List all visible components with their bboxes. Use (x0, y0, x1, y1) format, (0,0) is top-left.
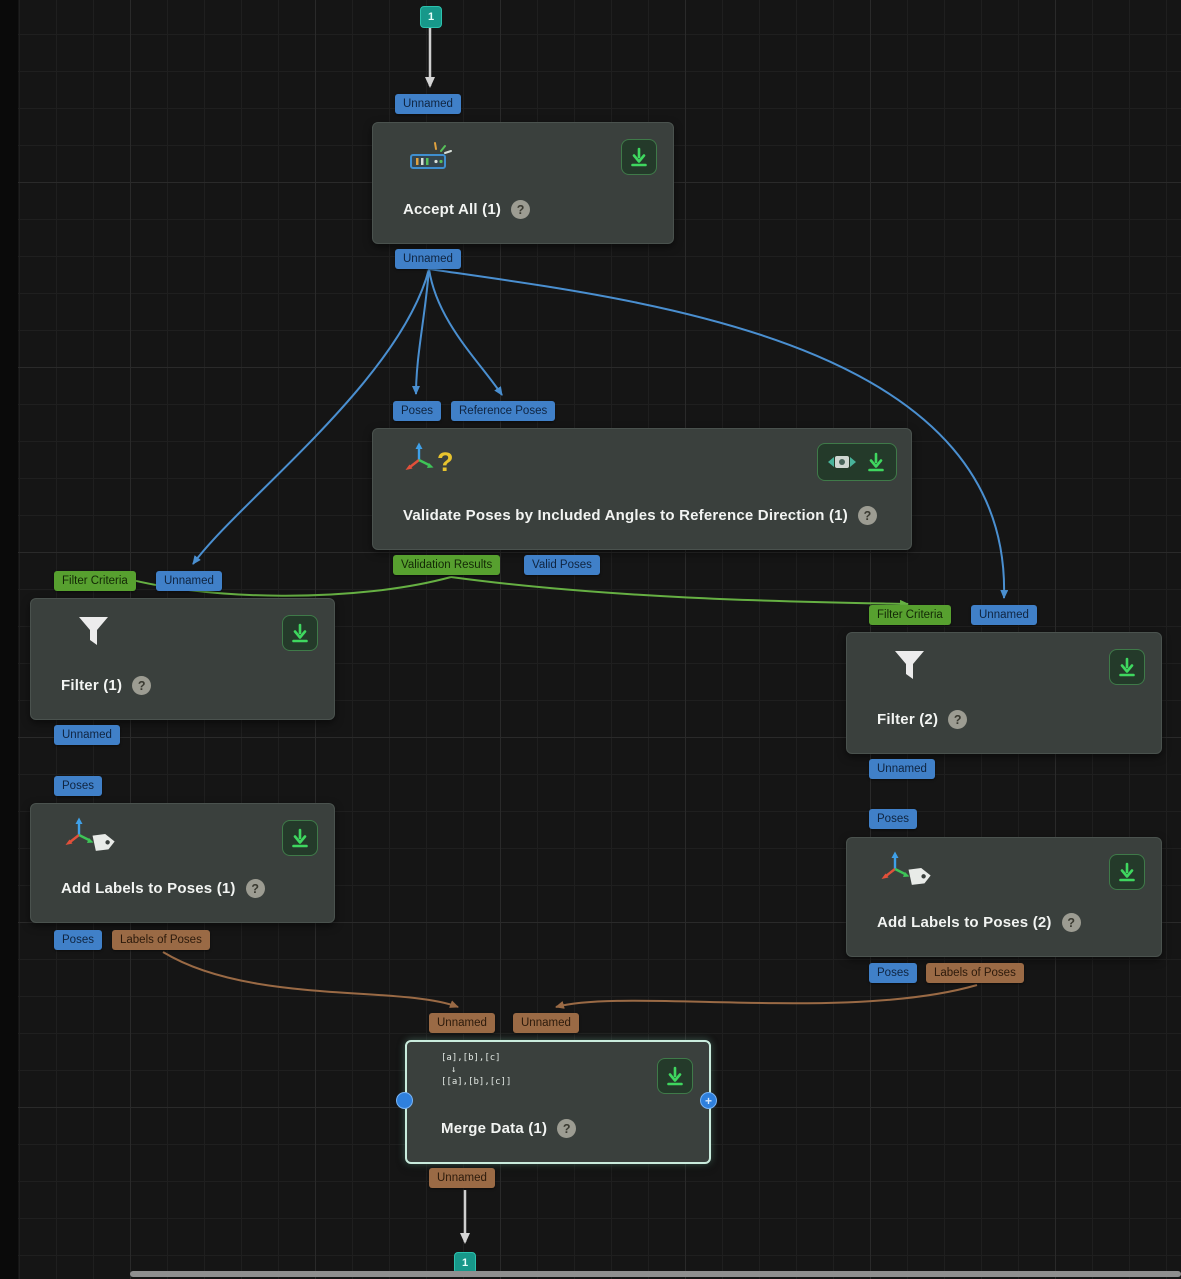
download-icon (1116, 656, 1138, 678)
port-filter-1-input-filter-criteria[interactable]: Filter Criteria (54, 571, 136, 591)
tag-icon (903, 862, 933, 892)
port-add-labels-1-input-poses[interactable]: Poses (54, 776, 102, 796)
flow-entry-marker[interactable]: 1 (420, 6, 442, 28)
download-icon (628, 146, 650, 168)
port-filter-2-output-unnamed[interactable]: Unnamed (869, 759, 935, 779)
wire-accept-all-to-validate-reference-poses[interactable] (429, 269, 502, 395)
node-validate-poses[interactable]: ? Validate Poses by Included Angles to (372, 428, 912, 550)
help-badge[interactable]: ? (948, 710, 967, 729)
node-title: Accept All (1) (403, 201, 501, 218)
node-title: Filter (1) (61, 677, 122, 694)
node-title: Add Labels to Poses (1) (61, 880, 236, 897)
download-button[interactable] (282, 820, 318, 856)
flow-entry-label: 1 (428, 11, 434, 23)
wire-labels-1-to-merge-input-1[interactable] (163, 952, 458, 1007)
download-button[interactable] (657, 1058, 693, 1094)
port-filter-1-output-unnamed[interactable]: Unnamed (54, 725, 120, 745)
canvas-left-edge (0, 0, 18, 1279)
tag-icon (87, 828, 117, 858)
node-merge-data[interactable]: [a],[b],[c] ↓ [[a],[b],[c]] Merge Data (… (405, 1040, 711, 1164)
wire-validation-results-to-filter-2-criteria[interactable] (451, 577, 908, 604)
port-add-labels-2-output-labels[interactable]: Labels of Poses (926, 963, 1024, 983)
node-filter-1[interactable]: Filter (1) ? (30, 598, 335, 720)
flow-exit-label: 1 (462, 1257, 468, 1269)
camera-icon (827, 451, 857, 473)
pose-axes-icon (403, 441, 437, 475)
download-button[interactable] (282, 615, 318, 651)
node-title: Validate Poses by Included Angles to Ref… (403, 507, 848, 524)
node-graph-canvas[interactable]: 1 1 Unnamed Accept All (1) ? (0, 0, 1181, 1279)
download-button[interactable] (621, 139, 657, 175)
port-filter-1-input-unnamed[interactable]: Unnamed (156, 571, 222, 591)
port-merge-input-1-unnamed[interactable]: Unnamed (429, 1013, 495, 1033)
validate-question-icon: ? (437, 447, 454, 478)
selected-node-left-handle[interactable] (396, 1092, 413, 1109)
download-button[interactable] (1109, 649, 1145, 685)
port-add-labels-1-output-poses[interactable]: Poses (54, 930, 102, 950)
horizontal-scrollbar[interactable] (130, 1271, 1181, 1277)
node-filter-2[interactable]: Filter (2) ? (846, 632, 1162, 754)
node-accept-all[interactable]: Accept All (1) ? (372, 122, 674, 244)
port-merge-input-2-unnamed[interactable]: Unnamed (513, 1013, 579, 1033)
help-badge[interactable]: ? (557, 1119, 576, 1138)
download-icon (289, 827, 311, 849)
port-filter-2-input-filter-criteria[interactable]: Filter Criteria (869, 605, 951, 625)
merge-icon-line-bottom: [[a],[b],[c]] (441, 1076, 511, 1088)
help-badge[interactable]: ? (132, 676, 151, 695)
download-icon (865, 451, 887, 473)
node-title: Merge Data (1) (441, 1120, 547, 1137)
help-badge[interactable]: ? (858, 506, 877, 525)
port-accept-all-output-unnamed[interactable]: Unnamed (395, 249, 461, 269)
selected-node-right-handle[interactable]: + (700, 1092, 717, 1109)
port-validate-output-validation-results[interactable]: Validation Results (393, 555, 500, 575)
port-validate-input-poses[interactable]: Poses (393, 401, 441, 421)
help-badge[interactable]: ? (246, 879, 265, 898)
port-add-labels-2-output-poses[interactable]: Poses (869, 963, 917, 983)
download-icon (664, 1065, 686, 1087)
port-add-labels-2-input-poses[interactable]: Poses (869, 809, 917, 829)
node-add-labels-1[interactable]: Add Labels to Poses (1) ? (30, 803, 335, 923)
port-add-labels-1-output-labels[interactable]: Labels of Poses (112, 930, 210, 950)
merge-icon-line-top: [a],[b],[c] (441, 1052, 511, 1064)
help-badge[interactable]: ? (1062, 913, 1081, 932)
download-icon (289, 622, 311, 644)
port-validate-output-valid-poses[interactable]: Valid Poses (524, 555, 600, 575)
node-action-buttons (817, 443, 897, 481)
merge-data-icon: [a],[b],[c] ↓ [[a],[b],[c]] (441, 1052, 511, 1088)
help-badge[interactable]: ? (511, 200, 530, 219)
camera-button[interactable] (827, 451, 857, 473)
node-add-labels-2[interactable]: Add Labels to Poses (2) ? (846, 837, 1162, 957)
funnel-icon (891, 647, 929, 685)
wire-labels-2-to-merge-input-2[interactable] (556, 985, 977, 1007)
port-filter-2-input-unnamed[interactable]: Unnamed (971, 605, 1037, 625)
plus-icon: + (705, 1095, 712, 1107)
download-icon (1116, 861, 1138, 883)
download-button[interactable] (1109, 854, 1145, 890)
port-validate-input-reference-poses[interactable]: Reference Poses (451, 401, 555, 421)
node-title: Filter (2) (877, 711, 938, 728)
funnel-icon (75, 613, 113, 651)
port-merge-output-unnamed[interactable]: Unnamed (429, 1168, 495, 1188)
accept-all-icon (405, 139, 453, 175)
node-title: Add Labels to Poses (2) (877, 914, 1052, 931)
port-accept-all-input-unnamed[interactable]: Unnamed (395, 94, 461, 114)
merge-icon-arrow: ↓ (441, 1064, 511, 1076)
download-button[interactable] (865, 451, 887, 473)
